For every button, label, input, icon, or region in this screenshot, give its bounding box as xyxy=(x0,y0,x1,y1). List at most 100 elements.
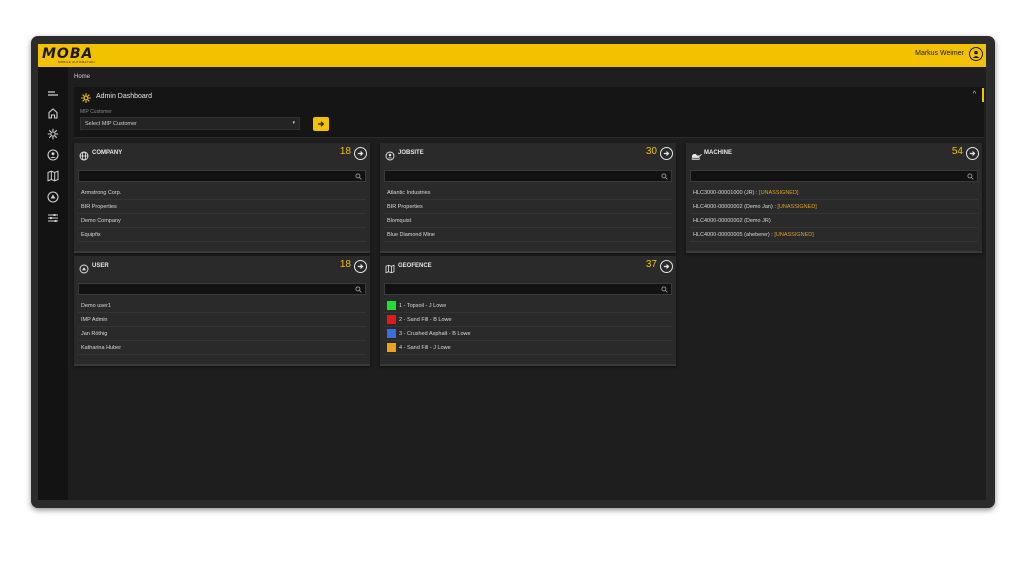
list-item[interactable]: Demo Company xyxy=(78,214,366,228)
unassigned-tag: [UNASSIGNED] xyxy=(759,190,799,196)
company-card: COMPANY 18 Armstrong Corp. BIR Propertie… xyxy=(74,143,370,253)
list-item[interactable]: Equipfix xyxy=(78,228,366,242)
machine-name: HLC4000-00000005 (aheberer) : xyxy=(693,232,773,238)
list-item[interactable]: Blomquist xyxy=(384,214,672,228)
logo-tagline: MOBILE AUTOMATION xyxy=(58,60,95,64)
geofence-color-swatch xyxy=(387,342,396,352)
company-count: 18 xyxy=(339,146,351,157)
geofence-card-header: GEOFENCE 37 xyxy=(380,256,676,277)
machine-card: MACHINE 54 HLC3000-00001000 (JR) : [UNAS… xyxy=(686,143,982,253)
geofence-count: 37 xyxy=(645,259,657,270)
sidebar xyxy=(38,67,68,500)
list-item[interactable]: IMP Admin xyxy=(78,313,366,327)
list-item[interactable]: 2 - Sand Fill - B Lowe xyxy=(384,313,672,327)
jobsite-card: JOBSITE 30 Atlantic Industries BIR Prope… xyxy=(380,143,676,253)
list-item[interactable]: 1 - Topsoil - J Lowe xyxy=(384,299,672,313)
mip-customer-label: MIP Customer xyxy=(80,109,112,115)
user-card-title: USER xyxy=(92,263,109,269)
list-item[interactable]: HLC4000-00000005 (aheberer) : [UNASSIGNE… xyxy=(690,228,978,242)
list-item[interactable]: BIR Properties xyxy=(78,200,366,214)
list-item[interactable]: 3 - Crushed Asphalt - B Lowe xyxy=(384,327,672,341)
jobsite-card-title: JOBSITE xyxy=(398,150,424,156)
chevron-up-icon[interactable]: ^ xyxy=(973,91,976,98)
list-item[interactable]: Katharina Huber xyxy=(78,341,366,355)
list-item[interactable]: Armstrong Corp. xyxy=(78,186,366,200)
company-card-header: COMPANY 18 xyxy=(74,143,370,164)
jobsite-open-button[interactable] xyxy=(660,147,673,160)
upload-circle-icon[interactable] xyxy=(46,190,60,204)
list-item[interactable]: BIR Properties xyxy=(384,200,672,214)
globe-icon xyxy=(79,148,89,166)
geofence-card-title: GEOFENCE xyxy=(398,263,432,269)
geofence-color-swatch xyxy=(387,328,396,338)
company-list: Armstrong Corp. BIR Properties Demo Comp… xyxy=(78,186,366,242)
geofence-card: GEOFENCE 37 1 - Topsoil - J Lowe 2 - San… xyxy=(380,256,676,366)
admin-dashboard-title: Admin Dashboard xyxy=(96,93,153,100)
jobsite-count: 30 xyxy=(645,146,657,157)
machine-name: HLC4000-00000002 (Demo Jan) : xyxy=(693,204,776,210)
upload-circle-icon xyxy=(79,261,89,279)
list-item[interactable]: Demo user1 xyxy=(78,299,366,313)
list-item[interactable]: Jan Röthig xyxy=(78,327,366,341)
user-list: Demo user1 IMP Admin Jan Röthig Katharin… xyxy=(78,299,366,355)
geofence-color-swatch xyxy=(387,314,396,324)
machine-name: HLC4000-00000002 (Demo JR) xyxy=(693,218,771,224)
mip-customer-select[interactable]: Select MIP Customer ▾ xyxy=(80,117,300,130)
apply-customer-button[interactable] xyxy=(313,117,329,131)
map-icon xyxy=(385,261,395,279)
geofence-label: 3 - Crushed Asphalt - B Lowe xyxy=(399,331,471,337)
jobsite-search-input[interactable] xyxy=(384,170,672,182)
company-open-button[interactable] xyxy=(354,147,367,160)
list-item[interactable]: Atlantic Industries xyxy=(384,186,672,200)
top-bar: MOBA MOBILE AUTOMATION Markus Weimer xyxy=(38,44,986,67)
machine-search-input[interactable] xyxy=(690,170,978,182)
geofence-color-swatch xyxy=(387,300,396,310)
menu-icon[interactable] xyxy=(46,87,60,101)
user-avatar-icon[interactable] xyxy=(969,47,983,61)
unassigned-tag: [UNASSIGNED] xyxy=(777,204,817,210)
main-content: Home Admin Dashboard ^ MIP Customer Sele… xyxy=(68,67,986,500)
list-item[interactable]: Blue Diamond Mine xyxy=(384,228,672,242)
app-screen: MOBA MOBILE AUTOMATION Markus Weimer Hom… xyxy=(38,44,986,500)
breadcrumb[interactable]: Home xyxy=(74,74,90,80)
user-search-input[interactable] xyxy=(78,283,366,295)
mip-customer-select-value: Select MIP Customer xyxy=(85,121,137,127)
user-open-button[interactable] xyxy=(354,260,367,273)
user-card-header: USER 18 xyxy=(74,256,370,277)
list-item[interactable]: 4 - Sand Fill - J Lowe xyxy=(384,341,672,355)
chevron-down-icon: ▾ xyxy=(292,120,295,126)
jobsite-list: Atlantic Industries BIR Properties Blomq… xyxy=(384,186,672,242)
user-circle-icon[interactable] xyxy=(46,148,60,162)
machine-name: HLC3000-00001000 (JR) : xyxy=(693,190,758,196)
geofence-label: 4 - Sand Fill - J Lowe xyxy=(399,345,451,351)
moba-logo: MOBA xyxy=(42,46,94,62)
admin-dashboard-panel: Admin Dashboard ^ MIP Customer Select MI… xyxy=(74,87,984,138)
unassigned-tag: [UNASSIGNED] xyxy=(774,232,814,238)
home-icon[interactable] xyxy=(46,106,60,120)
geofence-label: 2 - Sand Fill - B Lowe xyxy=(399,317,452,323)
list-item[interactable]: HLC4000-00000002 (Demo Jan) : [UNASSIGNE… xyxy=(690,200,978,214)
user-circle-icon xyxy=(385,148,395,166)
gear-icon xyxy=(80,91,92,109)
machine-icon xyxy=(691,148,702,166)
sliders-icon[interactable] xyxy=(46,211,60,225)
jobsite-card-header: JOBSITE 30 xyxy=(380,143,676,164)
machine-list: HLC3000-00001000 (JR) : [UNASSIGNED] HLC… xyxy=(690,186,978,242)
machine-card-header: MACHINE 54 xyxy=(686,143,982,164)
user-card: USER 18 Demo user1 IMP Admin Jan Röthig … xyxy=(74,256,370,366)
geofence-search-input[interactable] xyxy=(384,283,672,295)
list-item[interactable]: HLC3000-00001000 (JR) : [UNASSIGNED] xyxy=(690,186,978,200)
machine-open-button[interactable] xyxy=(966,147,979,160)
machine-card-title: MACHINE xyxy=(704,150,732,156)
list-item[interactable]: HLC4000-00000002 (Demo JR) xyxy=(690,214,978,228)
geofence-open-button[interactable] xyxy=(660,260,673,273)
gear-icon[interactable] xyxy=(46,127,60,141)
geofence-list: 1 - Topsoil - J Lowe 2 - Sand Fill - B L… xyxy=(384,299,672,355)
machine-count: 54 xyxy=(951,146,963,157)
company-search-input[interactable] xyxy=(78,170,366,182)
map-icon[interactable] xyxy=(46,169,60,183)
scrollbar-thumb[interactable] xyxy=(982,88,984,102)
user-count: 18 xyxy=(339,259,351,270)
user-name[interactable]: Markus Weimer xyxy=(915,50,964,57)
company-card-title: COMPANY xyxy=(92,150,123,156)
